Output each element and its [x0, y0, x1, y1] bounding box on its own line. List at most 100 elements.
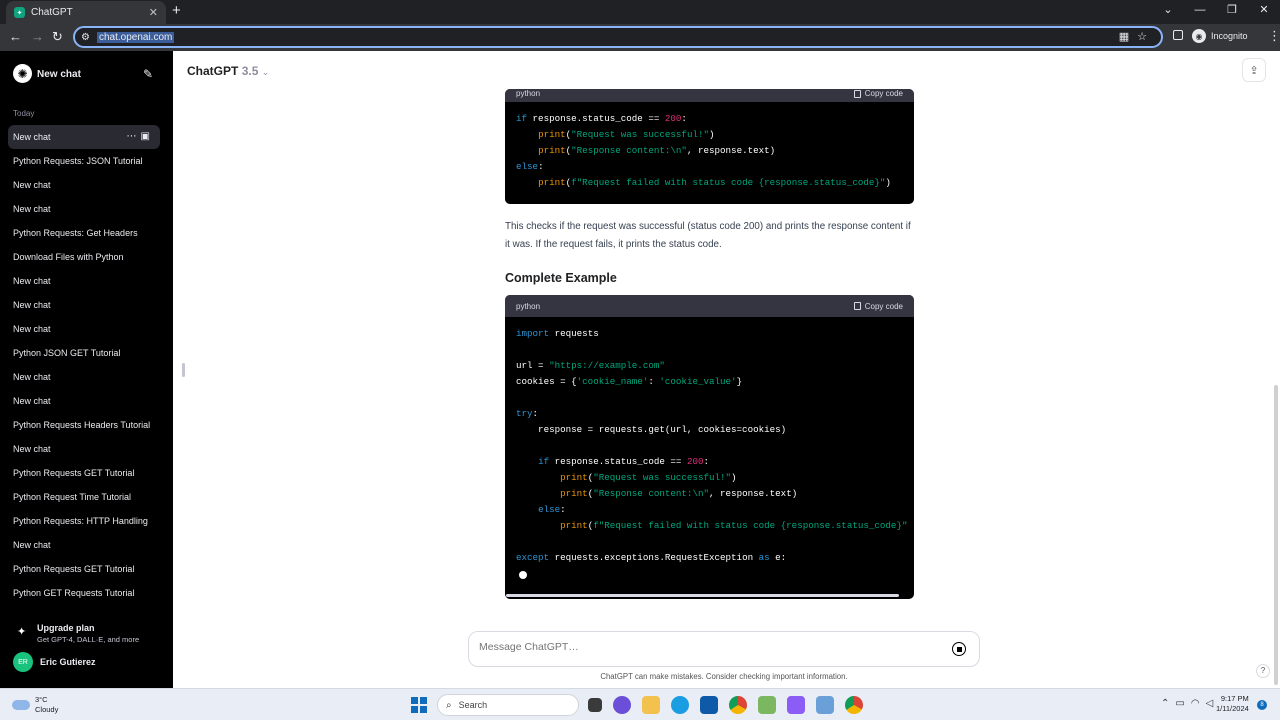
store-icon[interactable]	[700, 696, 718, 714]
system-tray: ⌃▭◠◁	[1161, 698, 1219, 709]
browser-menu-icon[interactable]: ⋮	[1268, 28, 1280, 44]
copy-code-button[interactable]: Copy code	[853, 302, 903, 311]
chat-history-item[interactable]: Python Requests Headers Tutorial	[8, 413, 160, 437]
close-tab-icon[interactable]: ✕	[149, 6, 158, 19]
edit-icon[interactable]: ✎	[143, 67, 153, 81]
close-window-icon[interactable]: ✕	[1248, 0, 1280, 22]
chat-history-item[interactable]: New chat	[8, 389, 160, 413]
chat-history-item[interactable]: Python Request Time Tutorial	[8, 485, 160, 509]
sidebar-collapse-handle[interactable]	[182, 363, 185, 377]
side-panel-icon[interactable]	[1173, 30, 1183, 40]
chevron-up-icon[interactable]: ⌃	[1161, 698, 1175, 709]
sparkle-icon: ✦	[17, 626, 27, 638]
incognito-indicator[interactable]: ◉ Incognito	[1192, 29, 1248, 43]
qr-icon[interactable]: ▦	[1119, 31, 1137, 43]
taskbar-clock[interactable]: 9:17 PM 1/11/2024	[1216, 694, 1249, 714]
clock-time: 9:17 PM	[1220, 694, 1249, 703]
chat-history-label: New chat	[13, 204, 51, 214]
chat-history-item[interactable]: New chat	[8, 197, 160, 221]
chat-history-item[interactable]: New chat	[8, 365, 160, 389]
chat-history-label: Python Requests GET Tutorial	[13, 468, 135, 478]
chat-actions: ⋯▣	[127, 125, 154, 149]
upgrade-title: Upgrade plan	[37, 623, 95, 633]
code-language: python	[516, 301, 541, 311]
chat-history-item[interactable]: Python Requests: HTTP Handling	[8, 509, 160, 533]
message-composer	[468, 631, 980, 667]
chat-history-label: New chat	[13, 396, 51, 406]
chat-history-item[interactable]: New chat	[8, 317, 160, 341]
chrome-icon[interactable]	[845, 696, 863, 714]
browser-toolbar: ← → ↻ ⚙ chat.openai.com ▦☆ ◉ Incognito ⋮	[0, 24, 1280, 51]
bookmark-star-icon[interactable]: ☆	[1137, 31, 1155, 43]
chat-history-item[interactable]: New chat	[8, 533, 160, 557]
chat-history-label: Python Requests Headers Tutorial	[13, 420, 151, 430]
chat-history-item[interactable]: Download Files with Python	[8, 245, 160, 269]
chatgpt-logo-icon[interactable]: ✺	[13, 64, 32, 83]
wifi-icon[interactable]: ◠	[1191, 698, 1206, 709]
model-version: 3.5	[241, 64, 259, 78]
file-explorer-icon[interactable]	[642, 696, 660, 714]
task-view-icon[interactable]	[588, 698, 602, 712]
copy-icon	[853, 89, 861, 98]
chat-history-item[interactable]: New chat	[8, 269, 160, 293]
sidebar: ✺ New chat ✎ Today New chat ⋯▣ Python Re…	[0, 51, 173, 688]
chat-history-item[interactable]: Python Requests: JSON Tutorial	[8, 149, 160, 173]
edge-icon[interactable]	[671, 696, 689, 714]
new-tab-icon[interactable]: +	[172, 3, 181, 19]
cloud-icon	[12, 700, 30, 710]
maximize-icon[interactable]: ❐	[1216, 0, 1248, 22]
chat-history-item[interactable]: Python Requests GET Tutorial	[8, 557, 160, 581]
chat-history-item[interactable]: Python JSON GET Tutorial	[8, 341, 160, 365]
chat-history-label: New chat	[13, 324, 51, 334]
browser-tab[interactable]: ✦ ChatGPT ✕	[6, 1, 166, 24]
streaming-cursor	[519, 571, 527, 579]
page-scrollbar[interactable]	[1274, 385, 1278, 685]
app-icon[interactable]	[787, 696, 805, 714]
forward-icon[interactable]: →	[31, 29, 44, 45]
chat-history-label: Python Requests GET Tutorial	[13, 564, 135, 574]
notification-badge[interactable]: 8	[1257, 700, 1267, 710]
user-menu[interactable]: ER Eric Gutierez	[13, 652, 96, 672]
archive-icon[interactable]: ▣	[141, 131, 154, 142]
chrome-icon[interactable]	[729, 696, 747, 714]
chat-history-item[interactable]: New chat	[8, 293, 160, 317]
reload-icon[interactable]: ↻	[52, 29, 63, 45]
url-text[interactable]: chat.openai.com	[96, 31, 175, 43]
stop-generating-button[interactable]	[952, 642, 966, 656]
windows-taskbar: 3°C Cloudy ⌕ Search ⌃▭◠◁ 9:17 PM 1/11/202…	[0, 688, 1280, 720]
message-input[interactable]	[479, 641, 929, 653]
chat-app-icon[interactable]	[613, 696, 631, 714]
share-icon[interactable]: ⇪	[1242, 58, 1266, 82]
new-chat-button[interactable]: New chat	[37, 69, 81, 80]
chat-history-item[interactable]: Python Requests GET Tutorial	[8, 461, 160, 485]
site-info-icon[interactable]: ⚙	[81, 32, 90, 43]
model-selector[interactable]: ChatGPT 3.5 ⌄	[187, 64, 269, 78]
taskbar-apps	[588, 696, 874, 714]
windows-start-icon[interactable]	[411, 697, 427, 713]
chat-history-item[interactable]: Python GET Requests Tutorial	[8, 581, 160, 605]
code-horizontal-scrollbar[interactable]	[506, 594, 899, 597]
chat-history-label: Download Files with Python	[13, 252, 124, 262]
address-bar[interactable]: ⚙ chat.openai.com ▦☆	[73, 26, 1163, 48]
chat-history-label: New chat	[13, 444, 51, 454]
chat-history-label: Python Requests: JSON Tutorial	[13, 156, 143, 166]
disclaimer-text: ChatGPT can make mistakes. Consider chec…	[600, 672, 848, 681]
minimize-icon[interactable]: —	[1184, 0, 1216, 22]
incognito-label: Incognito	[1211, 31, 1248, 41]
network-icon[interactable]: ▭	[1175, 698, 1190, 709]
chat-history-item[interactable]: New chat ⋯▣	[8, 125, 160, 149]
back-icon[interactable]: ←	[9, 29, 22, 45]
chat-history-item[interactable]: New chat	[8, 437, 160, 461]
app-icon[interactable]	[758, 696, 776, 714]
chat-history-label: Python Request Time Tutorial	[13, 492, 132, 502]
help-icon[interactable]: ?	[1256, 664, 1270, 678]
tab-search-chevron-icon[interactable]: ⌄	[1152, 0, 1184, 22]
app-icon[interactable]	[816, 696, 834, 714]
more-icon[interactable]: ⋯	[127, 131, 141, 142]
chat-history-item[interactable]: Python Requests: Get Headers	[8, 221, 160, 245]
chat-history-label: New chat	[13, 132, 51, 142]
taskbar-search[interactable]: ⌕ Search	[437, 694, 579, 716]
copy-code-button[interactable]: Copy code	[853, 89, 903, 98]
weather-widget[interactable]: 3°C Cloudy	[12, 695, 58, 715]
chat-history-item[interactable]: New chat	[8, 173, 160, 197]
